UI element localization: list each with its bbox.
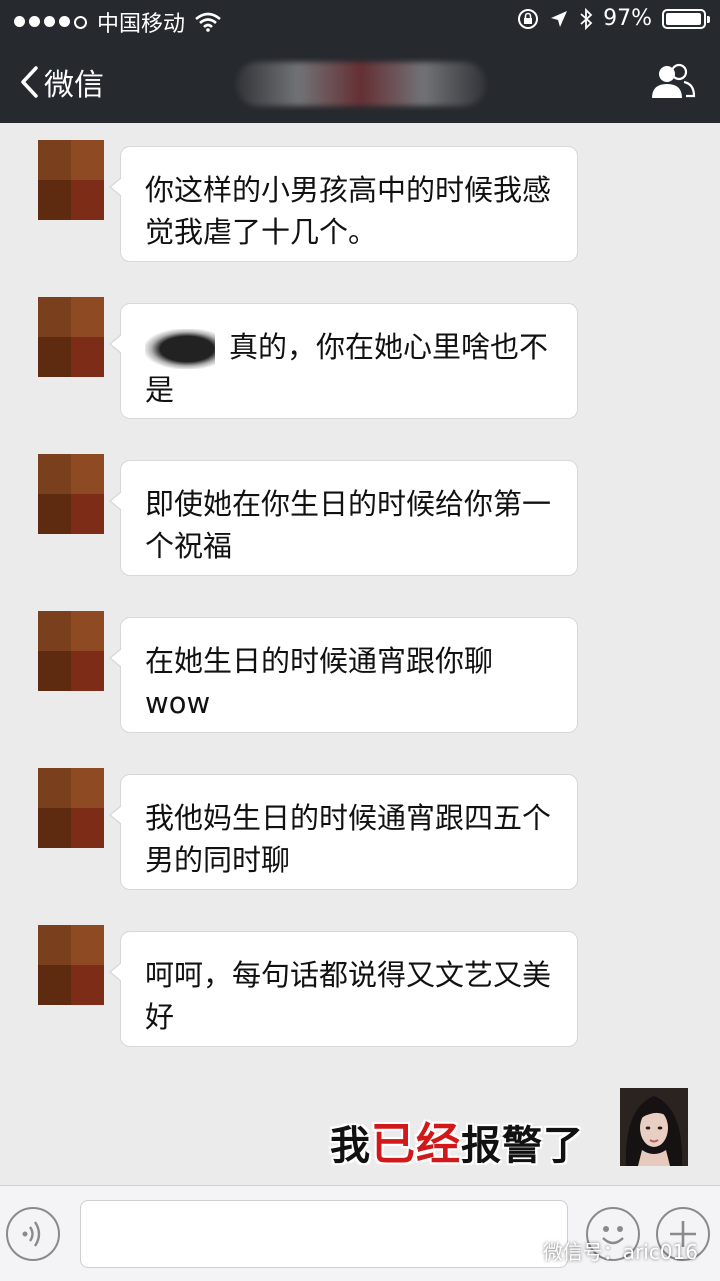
rotation-lock-icon: [518, 8, 539, 29]
message-text: 呵呵，每句话都说得又文艺又美好: [145, 958, 552, 1034]
message-bubble[interactable]: 我他妈生日的时候通宵跟四五个男的同时聊: [109, 774, 578, 890]
caption-highlight: 已经: [371, 1119, 461, 1170]
sender-avatar[interactable]: [38, 611, 104, 691]
message-bubble[interactable]: 呵呵，每句话都说得又文艺又美好: [109, 931, 578, 1047]
back-chevron-icon: [21, 66, 38, 98]
signal-strength-icon: [14, 15, 87, 29]
message-bubble[interactable]: 你这样的小男孩高中的时候我感觉我虐了十几个。: [109, 146, 578, 262]
caption-text: 我已经报警了: [330, 1108, 584, 1172]
chat-title-redacted: [236, 62, 486, 106]
message-bubble[interactable]: 即使她在你生日的时候给你第一个祝福: [109, 460, 578, 576]
bluetooth-icon: [580, 7, 593, 30]
status-bar: 中国移动 97%: [0, 0, 720, 40]
sender-avatar[interactable]: [38, 140, 104, 220]
wechat-logo-icon: [506, 1238, 537, 1262]
top-bar: 中国移动 97% 微信: [0, 0, 720, 123]
voice-icon: [22, 1221, 41, 1247]
caption-overlay: 我已经报警了: [0, 1088, 720, 1172]
sender-avatar[interactable]: [38, 454, 104, 534]
message-text: 我他妈生日的时候通宵跟四五个男的同时聊: [145, 801, 552, 877]
chat-area[interactable]: 你这样的小男孩高中的时候我感觉我虐了十几个。 真的，你在她心里啥也不是 即使她在…: [0, 123, 720, 1185]
watermark: 微信号：aric016: [506, 1236, 698, 1265]
voice-button[interactable]: [6, 1207, 60, 1261]
message-text: 在她生日的时候通宵跟你聊wow: [145, 644, 494, 720]
message-text: 你这样的小男孩高中的时候我感觉我虐了十几个。: [145, 173, 552, 249]
contacts-icon[interactable]: [650, 62, 696, 102]
self-avatar[interactable]: [620, 1088, 688, 1166]
mention-redacted: [145, 329, 215, 369]
back-label: 微信: [44, 68, 104, 103]
sender-avatar[interactable]: [38, 925, 104, 1005]
message-input[interactable]: [80, 1200, 568, 1268]
carrier-label: 中国移动: [97, 12, 186, 37]
location-icon: [551, 10, 568, 27]
caption-part: 我: [330, 1123, 371, 1169]
watermark-text: 微信号：aric016: [542, 1240, 698, 1264]
avatar-portrait-image: [620, 1088, 688, 1166]
wifi-icon: [195, 12, 221, 32]
message-bubble[interactable]: 真的，你在她心里啥也不是: [109, 303, 578, 419]
battery-icon: [662, 8, 710, 29]
input-bar: [0, 1185, 720, 1281]
message-bubble[interactable]: 在她生日的时候通宵跟你聊wow: [109, 617, 578, 733]
sender-avatar[interactable]: [38, 297, 104, 377]
caption-part: 报警了: [461, 1123, 584, 1169]
navigation-bar: 微信: [0, 40, 720, 123]
back-button[interactable]: 微信: [18, 60, 104, 104]
sender-avatar[interactable]: [38, 768, 104, 848]
battery-percentage: 97%: [603, 6, 652, 31]
message-text: 即使她在你生日的时候给你第一个祝福: [145, 487, 552, 563]
